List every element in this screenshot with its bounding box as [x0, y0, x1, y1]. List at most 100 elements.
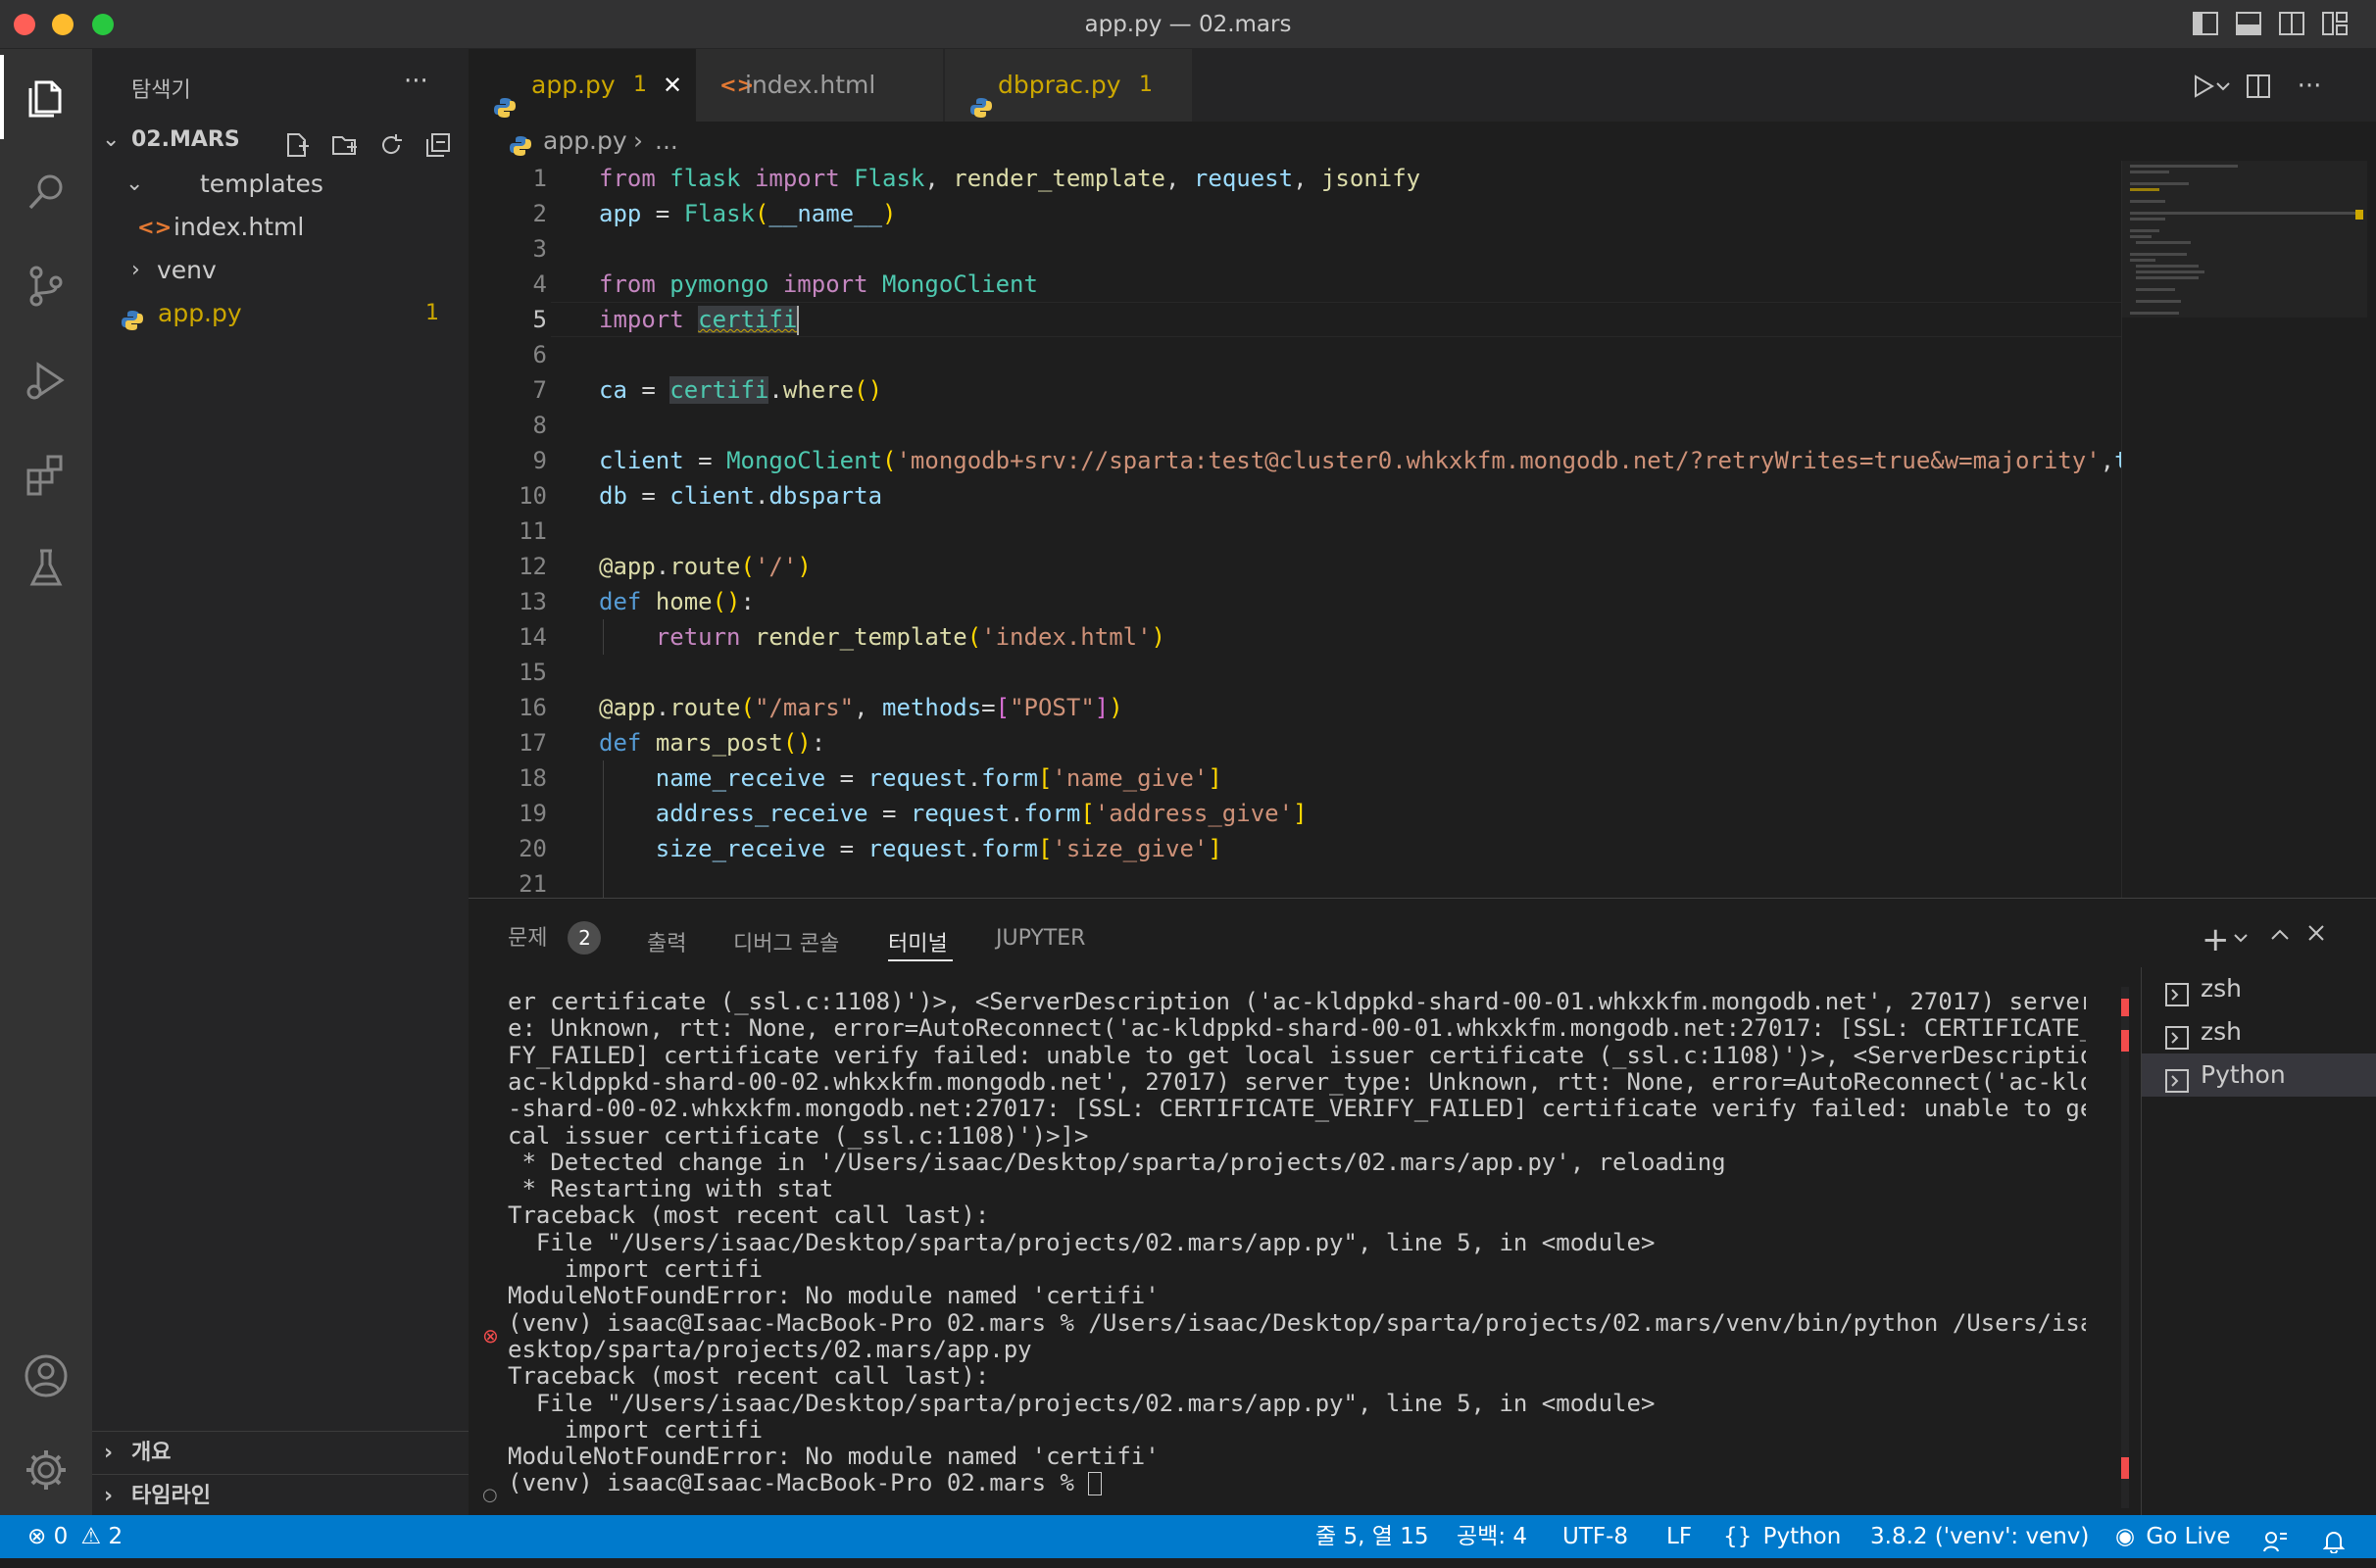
tab-debug-console[interactable]: 디버그 콘솔 — [733, 926, 839, 957]
tree-item-templates[interactable]: ⌄ templates — [92, 163, 469, 206]
tab-jupyter[interactable]: JUPYTER — [996, 926, 1085, 951]
error-count: 0 — [53, 1524, 69, 1549]
feedback-icon[interactable] — [2262, 1525, 2288, 1568]
search-icon[interactable] — [0, 147, 92, 237]
terminal-scrollbar[interactable] — [2121, 987, 2129, 1508]
terminal-line: import certifi — [508, 1255, 764, 1283]
run-and-debug-icon[interactable] — [0, 335, 92, 425]
tab-dbprac-py[interactable]: dbprac.py 1 — [945, 49, 1192, 122]
minimap-line — [2130, 235, 2152, 238]
scrollbar-error-marker — [2121, 1030, 2129, 1052]
terminal-dropdown-chevron-icon[interactable] — [2233, 928, 2249, 947]
cursor-position[interactable]: 줄 5, 열 15 — [1315, 1515, 1428, 1558]
timeline-section-label: 타임라인 — [131, 1484, 211, 1508]
text-cursor — [797, 306, 800, 335]
indent-guide — [603, 619, 604, 655]
tab-output[interactable]: 출력 — [647, 926, 686, 957]
sidebar-more-actions-icon[interactable]: ··· — [404, 67, 428, 96]
tab-problem-badge: 1 — [1139, 73, 1153, 97]
workspace-folder-label: 02.MARS — [131, 127, 240, 152]
breadcrumb-file[interactable]: app.py — [543, 122, 627, 161]
minimap[interactable] — [2121, 161, 2367, 898]
tab-label: app.py — [531, 71, 616, 99]
python-file-icon — [122, 302, 143, 345]
terminal-item-label: zsh — [2201, 1017, 2242, 1046]
terminal-line: e: Unknown, rtt: None, error=AutoReconne… — [508, 1014, 2086, 1043]
minimap-line — [2130, 259, 2155, 262]
terminal-cursor — [1088, 1472, 1103, 1496]
tree-item-index-html[interactable]: <> index.html — [92, 206, 469, 249]
minimap-line — [2130, 200, 2165, 203]
tab-index-html[interactable]: <> index.html — [696, 49, 943, 122]
testing-icon[interactable] — [0, 523, 92, 613]
error-icon: ⊗ — [27, 1524, 47, 1549]
terminal-item-zsh[interactable]: zsh — [2142, 1010, 2376, 1054]
tree-item-venv[interactable]: › venv — [92, 249, 469, 292]
more-actions-icon[interactable]: ··· — [2292, 69, 2327, 104]
timeline-section-header[interactable]: › 타임라인 — [92, 1474, 469, 1517]
minimap-line — [2130, 218, 2165, 220]
indent-guide — [603, 760, 604, 898]
terminal-line: File "/Users/isaac/Desktop/sparta/projec… — [508, 1228, 1656, 1256]
split-editor-icon[interactable] — [2241, 69, 2276, 104]
indentation[interactable]: 공백: 4 — [1457, 1515, 1527, 1558]
breadcrumb: app.py › ... — [469, 122, 2376, 161]
scrollbar-error-marker — [2121, 1457, 2129, 1479]
terminal-item-python[interactable]: Python — [2142, 1054, 2376, 1097]
code-line-12: @app.route('/') — [599, 553, 812, 580]
problems-status[interactable]: ⊗ 0 ⚠ 2 — [27, 1515, 123, 1558]
tab-close-icon[interactable]: ✕ — [663, 49, 682, 122]
encoding[interactable]: UTF-8 — [1562, 1515, 1628, 1558]
toggle-primary-sidebar-icon[interactable] — [2192, 11, 2219, 36]
code-line-13: def home(): — [599, 588, 755, 615]
command-pending-icon: ○ — [482, 1485, 498, 1505]
minimap-line — [2130, 182, 2189, 185]
breadcrumb-symbols[interactable]: ... — [655, 122, 678, 161]
run-dropdown-chevron-icon[interactable] — [2213, 69, 2233, 104]
tab-terminal[interactable]: 터미널 — [888, 926, 948, 957]
new-terminal-icon[interactable]: + — [2202, 920, 2230, 959]
customize-layout-icon[interactable] — [2321, 11, 2349, 36]
maximize-panel-icon[interactable] — [2270, 926, 2290, 945]
go-live-label: Go Live — [2146, 1524, 2231, 1549]
tree-item-label: venv — [157, 256, 217, 284]
python-interpreter[interactable]: 3.8.2 ('venv': venv) — [1870, 1515, 2089, 1558]
terminal-line: * Detected change in '/Users/isaac/Deskt… — [508, 1148, 1726, 1176]
terminal-output[interactable]: er certificate (_ssl.c:1108)')>, <Server… — [508, 989, 2086, 1508]
tree-item-label: templates — [200, 170, 323, 198]
status-bar: ⊗ 0 ⚠ 2 줄 5, 열 15 공백: 4 UTF-8 LF {} Pyth… — [0, 1515, 2376, 1558]
line-number: 19 — [519, 800, 547, 827]
tab-app-py[interactable]: app.py 1 ✕ — [469, 49, 696, 122]
terminal-line: ModuleNotFoundError: No module named 'ce… — [508, 1443, 1160, 1471]
go-live-button[interactable]: ◉ Go Live — [2115, 1515, 2231, 1558]
workspace-folder-header[interactable]: ⌄ 02.MARS — [92, 119, 469, 162]
code-line-19: address_receive = request.form['address_… — [655, 800, 1308, 827]
terminal-item-zsh[interactable]: zsh — [2142, 967, 2376, 1010]
line-number: 5 — [532, 306, 547, 333]
source-control-icon[interactable] — [0, 241, 92, 331]
tree-item-app-py[interactable]: app.py 1 — [92, 292, 469, 335]
account-icon[interactable] — [0, 1331, 92, 1421]
code-line-16: @app.route("/mars", methods=["POST"]) — [599, 694, 1123, 721]
chevron-right-icon: › — [104, 1484, 114, 1508]
toggle-panel-icon[interactable] — [2235, 11, 2262, 36]
explorer-icon[interactable] — [0, 53, 92, 143]
close-panel-icon[interactable] — [2307, 924, 2325, 946]
code-editor[interactable]: 1 2 3 4 5 6 7 8 9 10 11 12 13 14 15 16 17 18 19 20 21 from f… — [469, 161, 2376, 898]
extensions-icon[interactable] — [0, 429, 92, 519]
tab-problems[interactable]: 문제 2 — [508, 920, 602, 955]
settings-gear-icon[interactable] — [0, 1425, 92, 1515]
minimap-line — [2136, 270, 2204, 273]
toggle-secondary-sidebar-icon[interactable] — [2278, 11, 2305, 36]
notifications-bell-icon[interactable] — [2322, 1525, 2346, 1568]
end-of-line[interactable]: LF — [1666, 1515, 1692, 1558]
outline-section-header[interactable]: › 개요 — [92, 1431, 469, 1474]
code-line-10: db = client.dbsparta — [599, 482, 883, 510]
terminal-list: zsh zsh Python — [2141, 967, 2376, 1516]
language-mode[interactable]: {} Python — [1723, 1515, 1841, 1558]
code-line-1: from flask import Flask, render_template… — [599, 165, 1421, 192]
sidebar-title: 탐색기 — [131, 78, 191, 103]
minimap-line — [2130, 165, 2238, 168]
line-number: 1 — [532, 165, 547, 192]
tab-label: index.html — [745, 71, 876, 99]
